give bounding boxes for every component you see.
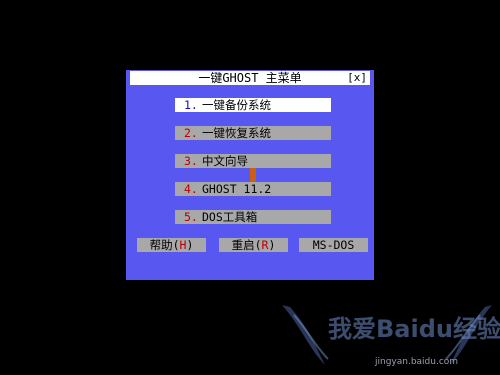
msdos-button[interactable]: MS-DOS: [299, 238, 368, 252]
restart-button[interactable]: 重启(R): [219, 238, 288, 252]
mouse-cursor: [250, 168, 256, 183]
menu-item-ghost[interactable]: 4. GHOST 11.2: [175, 182, 331, 196]
menu-item-number: 3.: [184, 154, 198, 168]
menu-item-label: GHOST 11.2: [202, 182, 272, 196]
menu-item-chinese-wizard[interactable]: 3. 中文向导: [175, 154, 331, 168]
watermark-url: jingyan.baidu.com: [375, 357, 459, 367]
menu-item-number: 5.: [184, 210, 198, 224]
menu-item-dos-toolbox[interactable]: 5. DOS工具箱: [175, 210, 331, 224]
menu-item-backup[interactable]: 1. 一键备份系统: [175, 98, 331, 112]
dialog-title-bar: 一键GHOST 主菜单 [x]: [130, 71, 370, 85]
msdos-label: MS-DOS: [312, 238, 355, 252]
close-button[interactable]: [x]: [347, 71, 367, 85]
menu-item-label: 一键备份系统: [202, 98, 271, 112]
ghost-main-menu-dialog: 一键GHOST 主菜单 [x] 1. 一键备份系统 2. 一键恢复系统 3. 中文向导…: [126, 70, 374, 280]
menu-item-label: 一键恢复系统: [202, 126, 271, 140]
menu-item-restore[interactable]: 2. 一键恢复系统: [175, 126, 331, 140]
menu-item-number: 1.: [184, 98, 198, 112]
menu-item-number: 4.: [184, 182, 198, 196]
baidu-jingyan-watermark: 我爱Baidu经验 jingyan.baidu.com: [280, 295, 500, 373]
dialog-title: 一键GHOST 主菜单: [198, 71, 302, 85]
menu-item-label: DOS工具箱: [202, 210, 258, 224]
help-button[interactable]: 帮助(H): [137, 238, 206, 252]
menu-item-number: 2.: [184, 126, 198, 140]
watermark-logo: 我爱Baidu经验: [328, 315, 500, 343]
menu-item-label: 中文向导: [202, 154, 248, 168]
